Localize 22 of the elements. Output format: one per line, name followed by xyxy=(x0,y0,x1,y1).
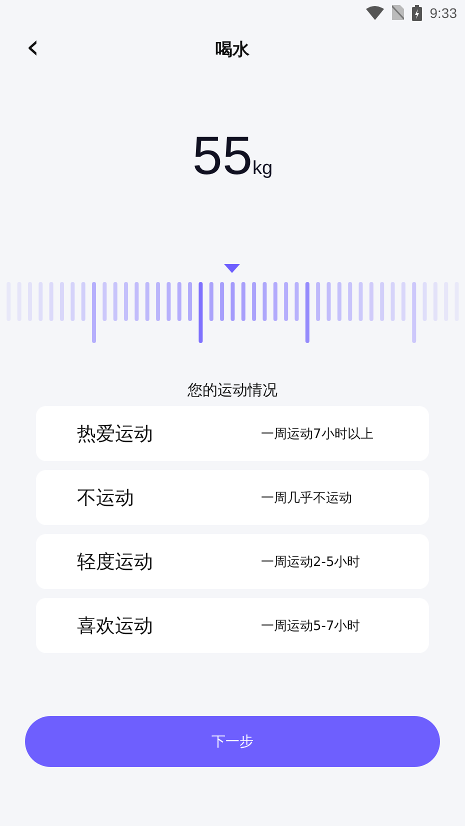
option-card[interactable]: 不运动 一周几乎不运动 xyxy=(36,470,429,525)
option-card[interactable]: 热爱运动 一周运动7小时以上 xyxy=(36,406,429,461)
option-label: 轻度运动 xyxy=(77,550,154,574)
option-description: 一周运动7小时以上 xyxy=(261,426,374,442)
option-label: 热爱运动 xyxy=(77,422,154,446)
option-description: 一周运动2-5小时 xyxy=(261,554,360,570)
no-sim-icon xyxy=(392,5,404,20)
battery-icon xyxy=(412,4,422,20)
wifi-icon xyxy=(366,6,384,20)
back-button[interactable]: ‹ xyxy=(22,33,44,61)
next-button[interactable]: 下一步 xyxy=(25,716,440,767)
option-description: 一周几乎不运动 xyxy=(261,490,352,506)
value-unit: kg xyxy=(252,158,273,180)
value-number: 55 xyxy=(192,125,252,187)
option-label: 喜欢运动 xyxy=(77,614,154,638)
option-description: 一周运动5-7小时 xyxy=(261,618,360,634)
section-title: 您的运动情况 xyxy=(186,381,278,400)
option-label: 不运动 xyxy=(77,486,135,510)
status-time: 9:33 xyxy=(430,4,457,20)
page-title: 喝水 xyxy=(216,38,250,60)
option-card[interactable]: 喜欢运动 一周运动5-7小时 xyxy=(36,598,429,653)
option-card[interactable]: 轻度运动 一周运动2-5小时 xyxy=(36,534,429,589)
